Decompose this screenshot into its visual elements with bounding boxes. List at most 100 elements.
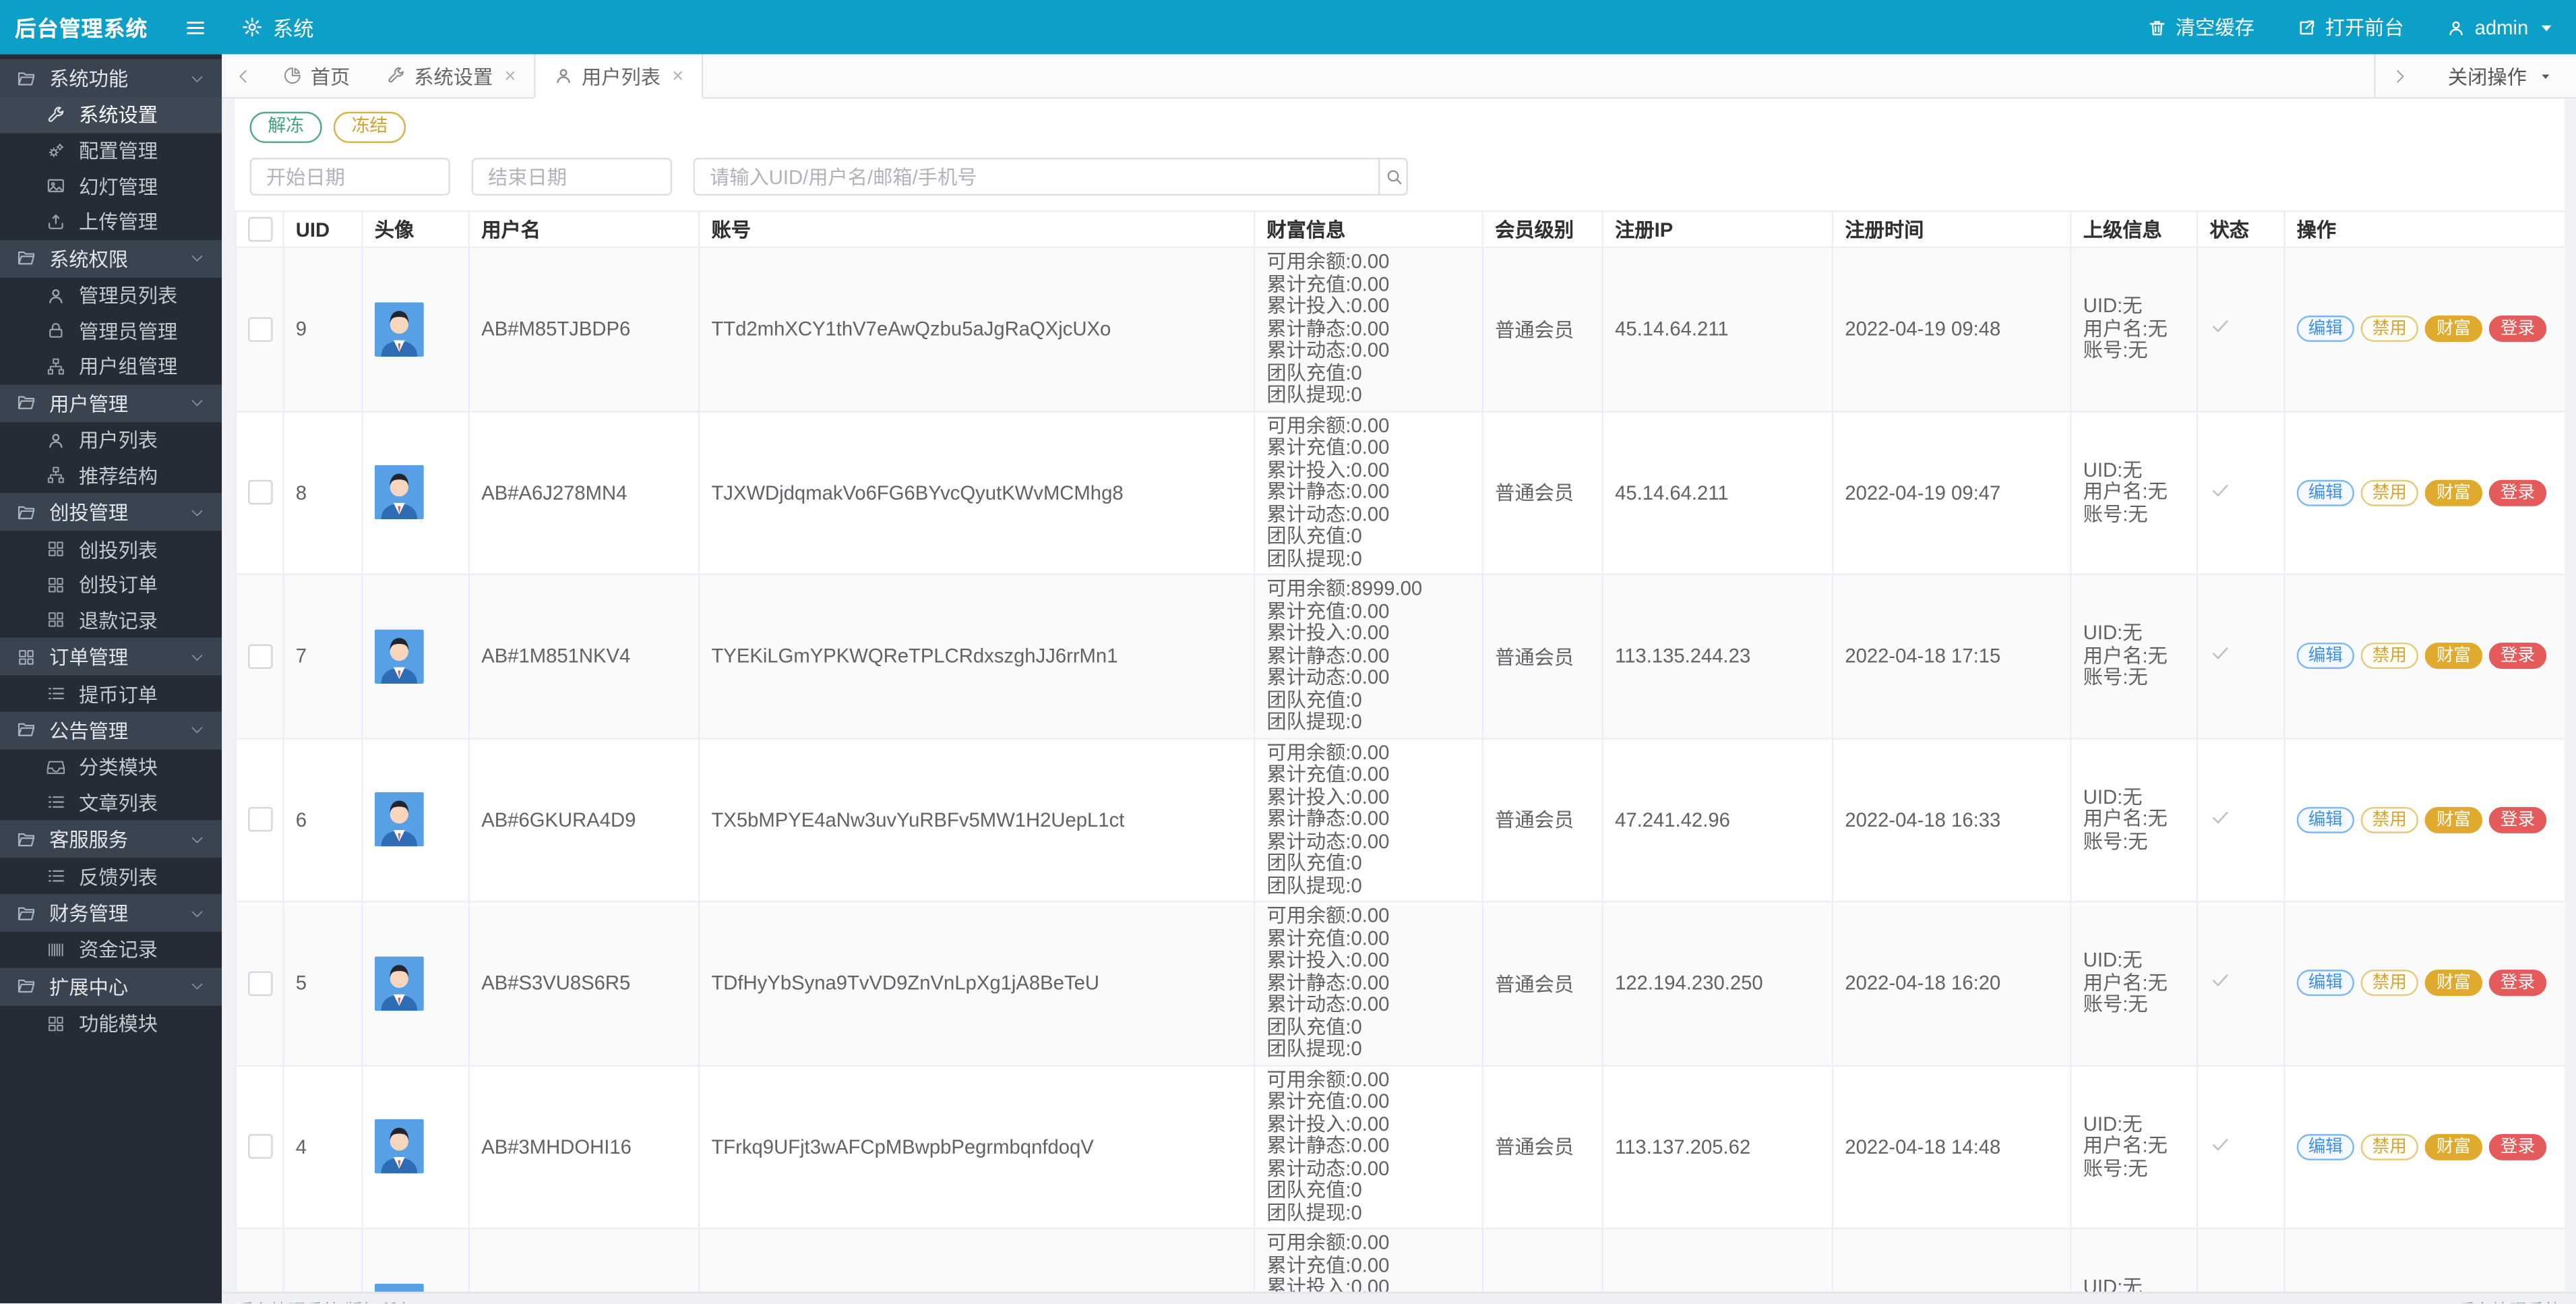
edit-button[interactable]: 编辑 <box>2296 806 2354 833</box>
sidebar-group[interactable]: 系统权限 <box>0 239 222 278</box>
sidebar-group[interactable]: 客服服务 <box>0 821 222 859</box>
sidebar-item[interactable]: 上传管理 <box>0 204 222 240</box>
disable-button[interactable]: 禁用 <box>2360 970 2418 997</box>
login-button[interactable]: 登录 <box>2488 479 2547 506</box>
unfreeze-button[interactable]: 解冻 <box>249 111 322 144</box>
sidebar-item[interactable]: 配置管理 <box>0 132 222 169</box>
login-button[interactable]: 登录 <box>2488 1133 2547 1160</box>
tab[interactable]: 系统设置 × <box>368 54 534 96</box>
row-checkbox[interactable] <box>248 807 273 833</box>
wealth-button[interactable]: 财富 <box>2424 479 2483 506</box>
sidebar-group-label: 扩展中心 <box>49 976 129 999</box>
sidebar-group[interactable]: 公告管理 <box>0 711 222 750</box>
wealth-button[interactable]: 财富 <box>2424 806 2483 833</box>
cell-uid: 6 <box>282 737 363 903</box>
wealth-button[interactable]: 财富 <box>2424 316 2483 343</box>
disable-button[interactable]: 禁用 <box>2360 1133 2418 1160</box>
open-frontend-button[interactable]: 打开前台 <box>2297 13 2404 41</box>
row-checkbox[interactable] <box>248 480 273 506</box>
tabs-scroll-left-button[interactable] <box>222 54 264 96</box>
sidebar-group[interactable]: 创投管理 <box>0 493 222 531</box>
cell-wealth: 可用余额:0.00累计充值:0.00累计投入:0.00累计静态:0.00累计动态… <box>1253 737 1484 903</box>
edit-button[interactable]: 编辑 <box>2296 970 2354 997</box>
edit-button[interactable]: 编辑 <box>2296 479 2354 506</box>
row-checkbox[interactable] <box>248 971 273 996</box>
cell-username: AB#S3VU8S6R5 <box>468 900 700 1066</box>
cell-register-time: 2022-04-18 16:20 <box>1831 900 2072 1066</box>
wealth-line: 累计动态:0.00 <box>1266 338 1390 362</box>
cell-uid: 7 <box>282 573 363 739</box>
sidebar-item[interactable]: 管理员列表 <box>0 277 222 314</box>
sidebar-item[interactable]: 分类模块 <box>0 749 222 786</box>
user-menu[interactable]: admin <box>2447 16 2556 38</box>
cell-account: TJXWDjdqmakVo6FG6BYvcQyutKWvMCMhg8 <box>698 410 1256 576</box>
end-date-input[interactable] <box>471 158 672 196</box>
login-button[interactable]: 登录 <box>2488 643 2547 670</box>
parent-line: 账号:无 <box>2083 338 2148 362</box>
sidebar-group[interactable]: 财务管理 <box>0 894 222 932</box>
sidebar-item[interactable]: 退款记录 <box>0 602 222 639</box>
user-icon <box>46 430 65 450</box>
sidebar-item[interactable]: 推荐结构 <box>0 457 222 494</box>
search-input[interactable] <box>693 158 1380 196</box>
login-button[interactable]: 登录 <box>2488 806 2547 833</box>
disable-button[interactable]: 禁用 <box>2360 479 2418 506</box>
clear-cache-button[interactable]: 清空缓存 <box>2147 13 2255 41</box>
parent-line: 账号:无 <box>2083 502 2148 525</box>
sidebar-item[interactable]: 用户组管理 <box>0 349 222 384</box>
edit-button[interactable]: 编辑 <box>2296 316 2354 343</box>
search-button[interactable] <box>1380 158 1408 196</box>
row-checkbox[interactable] <box>248 1134 273 1160</box>
edit-button[interactable]: 编辑 <box>2296 643 2354 670</box>
wealth-button[interactable]: 财富 <box>2424 1133 2483 1160</box>
close-tab-icon[interactable]: × <box>504 64 516 87</box>
cell-wealth: 可用余额:0.00累计充值:0.00累计投入:0.00累计静态:0.00累计动态… <box>1253 1064 1484 1230</box>
wealth-button[interactable]: 财富 <box>2424 970 2483 997</box>
cell-parent-info: UID:无用户名:无账号:无 <box>2070 737 2199 903</box>
sidebar-item-label: 幻灯管理 <box>79 175 158 199</box>
freeze-button[interactable]: 冻结 <box>333 111 406 144</box>
close-tab-icon[interactable]: × <box>672 64 683 87</box>
cell-actions: 编辑禁用财富登录 <box>2283 737 2565 903</box>
gears-icon <box>46 140 65 160</box>
sidebar-item[interactable]: 创投列表 <box>0 531 222 567</box>
sidebar-group[interactable]: 用户管理 <box>0 384 222 422</box>
disable-button[interactable]: 禁用 <box>2360 806 2418 833</box>
close-operations-dropdown[interactable]: 关闭操作 <box>2425 54 2576 96</box>
sidebar-item[interactable]: 用户列表 <box>0 421 222 458</box>
menu-toggle-icon[interactable] <box>184 16 207 38</box>
login-button[interactable]: 登录 <box>2488 316 2547 343</box>
start-date-input[interactable] <box>249 158 450 196</box>
tabs-scroll-right-button[interactable] <box>2376 54 2425 96</box>
sidebar-item[interactable]: 资金记录 <box>0 932 222 968</box>
wealth-line: 累计投入:0.00 <box>1266 1111 1390 1135</box>
folder-icon <box>16 721 36 740</box>
select-all-checkbox[interactable] <box>248 217 273 242</box>
tab[interactable]: 首页 <box>264 54 368 96</box>
sidebar-item[interactable]: 提币订单 <box>0 676 222 712</box>
cell-uid: 5 <box>282 900 363 1066</box>
cell-wealth: 可用余额:0.00累计充值:0.00累计投入:0.00累计静态:0.00累计动态… <box>1253 246 1484 412</box>
sidebar-group-label: 订单管理 <box>49 646 129 670</box>
sidebar-item[interactable]: 管理员管理 <box>0 313 222 349</box>
tab[interactable]: 用户列表 × <box>534 54 704 99</box>
sidebar-group[interactable]: 扩展中心 <box>0 967 222 1005</box>
user-list-panel: 解冻 冻结 UID头像用户名账号财富信息会员级别注册IP注册时间上级信息状态操作… <box>235 98 2565 1293</box>
sidebar-item[interactable]: 创投订单 <box>0 566 222 603</box>
cell-status <box>2196 410 2286 576</box>
sidebar-item[interactable]: 文章列表 <box>0 785 222 821</box>
sidebar-item[interactable]: 幻灯管理 <box>0 168 222 204</box>
sidebar-group[interactable]: 订单管理 <box>0 638 222 676</box>
sidebar-item[interactable]: 功能模块 <box>0 1005 222 1041</box>
disable-button[interactable]: 禁用 <box>2360 643 2418 670</box>
wealth-button[interactable]: 财富 <box>2424 643 2483 670</box>
row-checkbox[interactable] <box>248 317 273 342</box>
disable-button[interactable]: 禁用 <box>2360 316 2418 343</box>
row-checkbox[interactable] <box>248 644 273 669</box>
parent-line: UID:无 <box>2083 784 2143 808</box>
sidebar-item[interactable]: 系统设置 <box>0 96 222 133</box>
sidebar-group[interactable]: 系统功能 <box>0 59 222 97</box>
sidebar-item[interactable]: 反馈列表 <box>0 858 222 894</box>
login-button[interactable]: 登录 <box>2488 970 2547 997</box>
edit-button[interactable]: 编辑 <box>2296 1133 2354 1160</box>
